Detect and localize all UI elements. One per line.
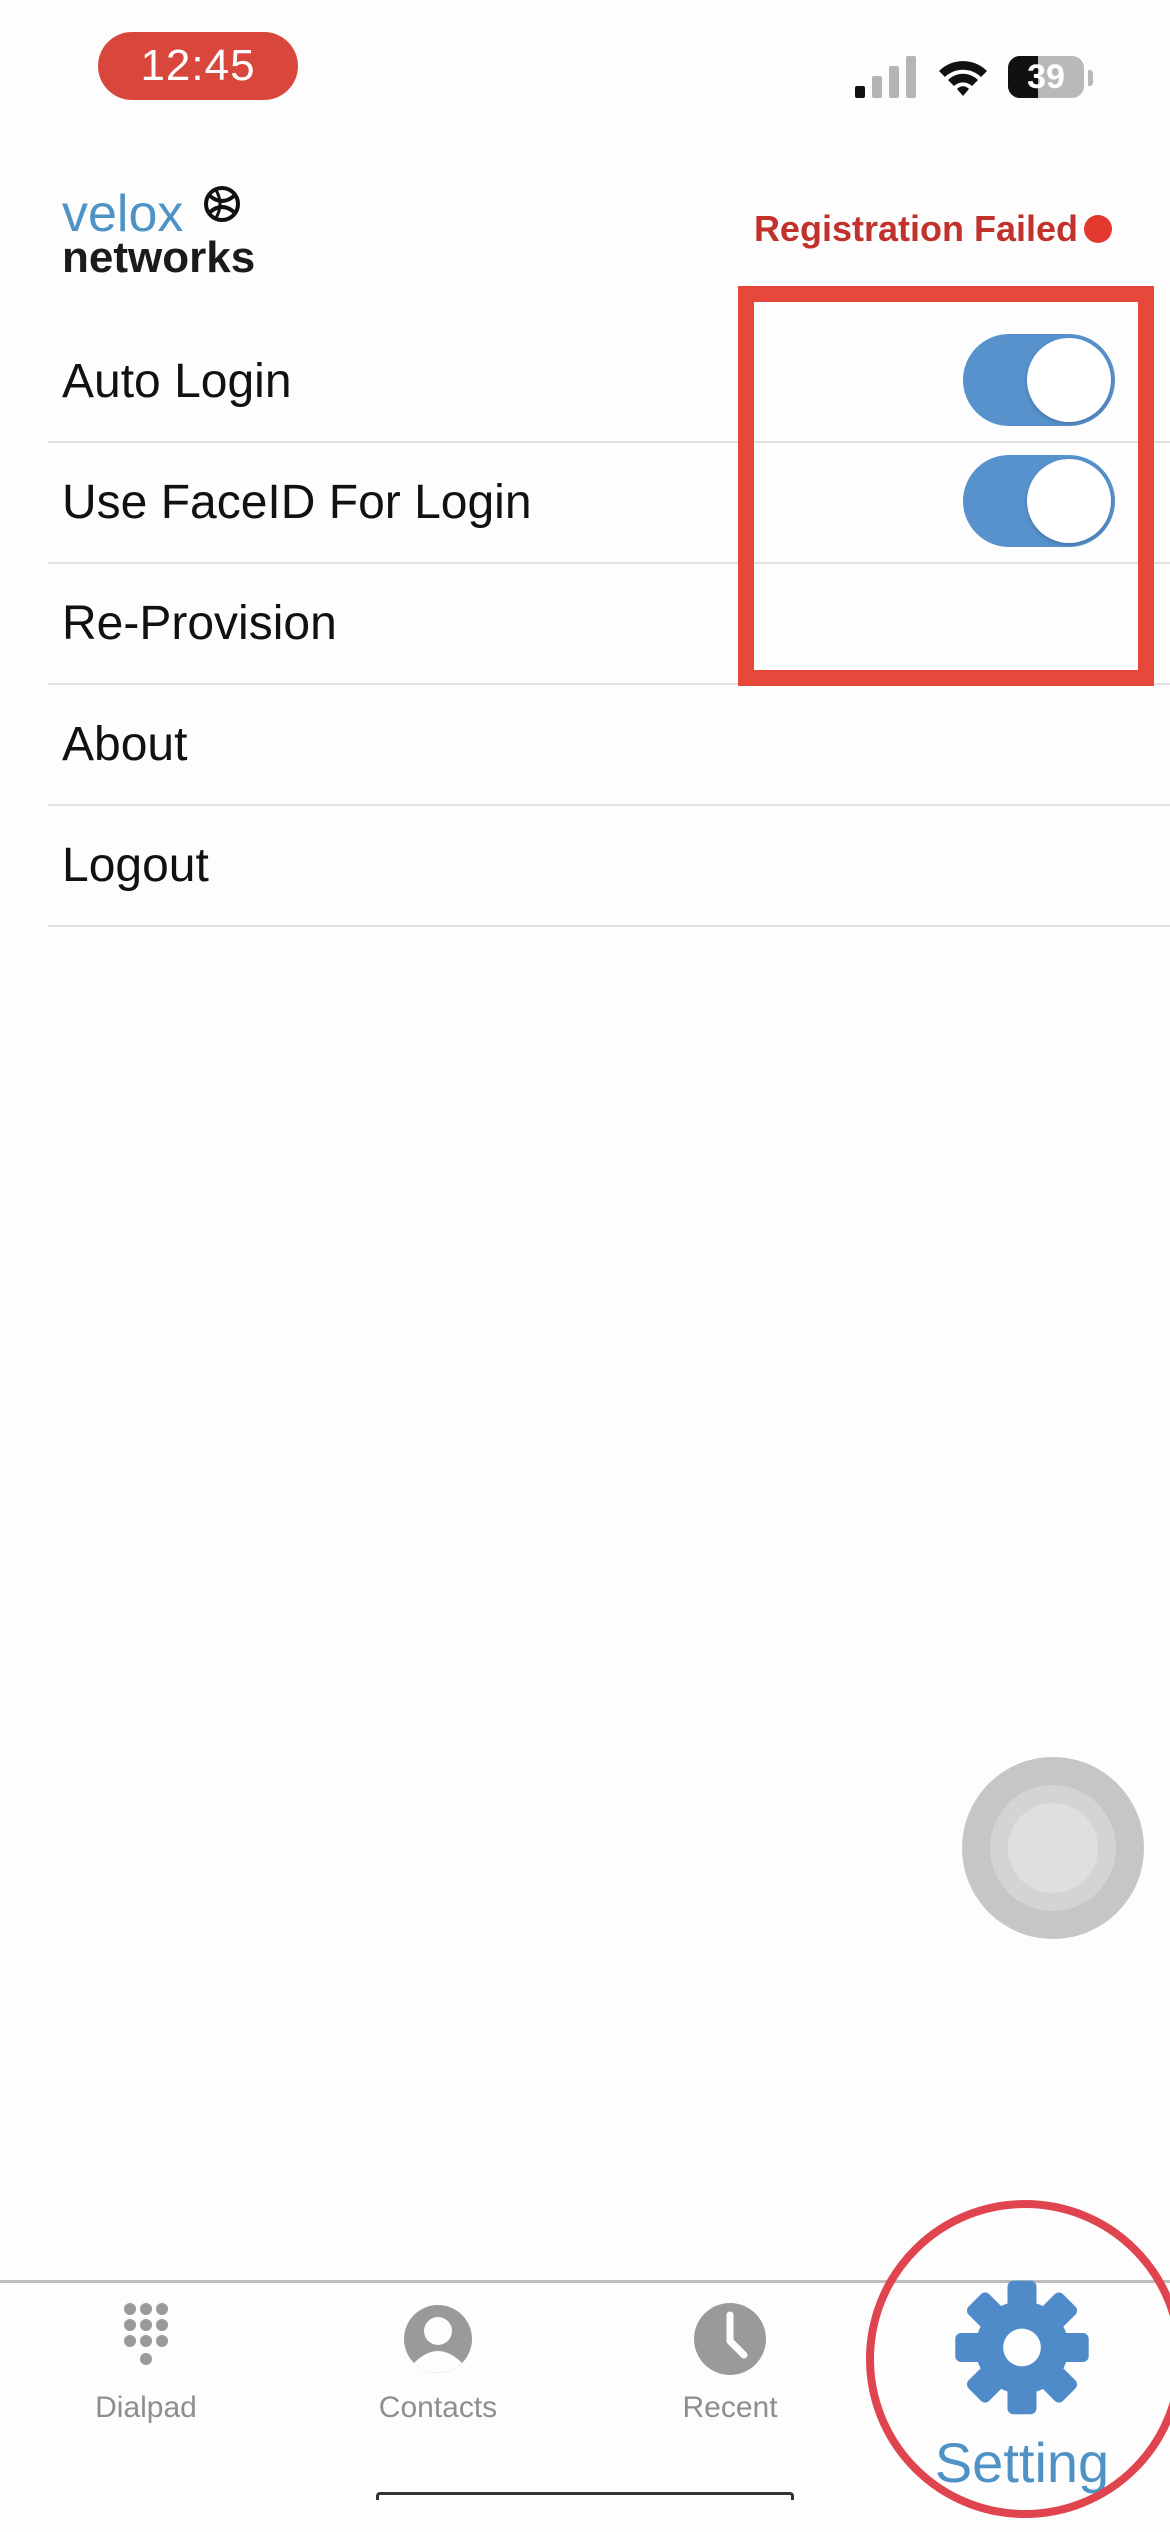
dialpad-icon	[124, 2303, 168, 2365]
tab-dialpad[interactable]: Dialpad	[16, 2301, 276, 2441]
cellular-signal-icon	[855, 56, 916, 98]
velox-networks-logo: velox networks	[62, 186, 282, 286]
assistive-touch-core	[1008, 1803, 1098, 1893]
wifi-icon	[939, 61, 987, 96]
annotation-highlight-circle	[866, 2200, 1170, 2518]
globe-icon	[204, 186, 240, 222]
battery-cap	[1088, 70, 1093, 86]
battery-icon: 39	[1008, 56, 1084, 98]
setting-label: Use FaceID For Login	[62, 476, 532, 529]
setting-row-logout[interactable]: Logout	[48, 806, 1170, 927]
setting-label: Logout	[62, 839, 209, 892]
battery-percent: 39	[1027, 57, 1065, 96]
home-indicator[interactable]	[376, 2492, 794, 2500]
status-time[interactable]: 12:45	[98, 32, 298, 100]
tab-label: Dialpad	[95, 2391, 197, 2424]
annotation-highlight-box	[738, 286, 1154, 686]
registration-status: Registration Failed	[754, 208, 1112, 250]
setting-label: Auto Login	[62, 355, 292, 408]
assistive-touch-button[interactable]	[962, 1757, 1144, 1939]
contacts-icon	[404, 2305, 472, 2373]
setting-label: About	[62, 718, 188, 771]
tab-recent[interactable]: Recent	[600, 2301, 860, 2441]
settings-screen: 12:45 39 velox networks Registration Fai…	[0, 0, 1170, 2532]
setting-label: Re-Provision	[62, 597, 337, 650]
clock-icon	[694, 2303, 766, 2375]
setting-row-about[interactable]: About	[48, 685, 1170, 806]
tab-label: Contacts	[378, 2391, 498, 2424]
registration-status-text: Registration Failed	[753, 208, 1078, 249]
logo-line-2: networks	[62, 233, 256, 282]
tab-contacts[interactable]: Contacts	[308, 2301, 568, 2441]
tab-label: Recent	[682, 2391, 778, 2424]
status-dot-icon	[1084, 215, 1112, 243]
